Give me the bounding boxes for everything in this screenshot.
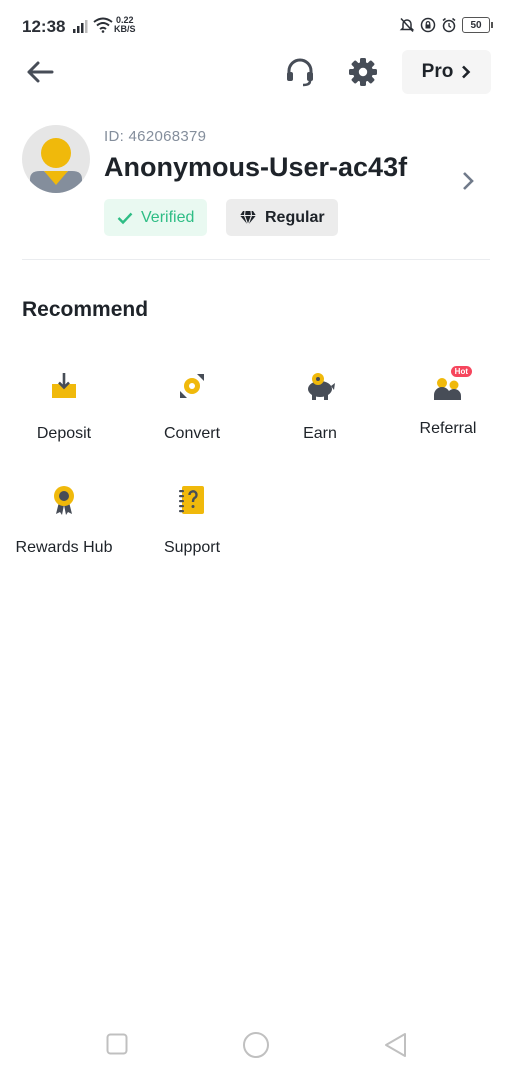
bell-off-icon: [399, 17, 415, 33]
status-time: 12:38: [22, 17, 66, 36]
avatar[interactable]: [22, 125, 90, 193]
recommend-title: Recommend: [22, 298, 149, 321]
recents-square-icon[interactable]: [106, 1032, 128, 1056]
piggy-bank-icon: [308, 373, 335, 400]
referral-shortcut[interactable]: Hot Referral: [396, 366, 500, 440]
convert-shortcut[interactable]: Convert: [140, 370, 244, 445]
vip-tier-badge[interactable]: Regular: [226, 199, 338, 236]
verified-label: Verified: [141, 208, 195, 226]
hot-badge: Hot: [450, 366, 472, 377]
tile-label: Deposit: [36, 425, 92, 442]
home-circle-icon[interactable]: [242, 1032, 270, 1058]
earn-shortcut[interactable]: Earn: [268, 370, 372, 445]
verified-badge[interactable]: Verified: [104, 199, 208, 236]
support-book-icon: [179, 486, 204, 514]
chevron-right-icon: [462, 65, 471, 79]
pro-mode-button[interactable]: Pro: [402, 50, 491, 94]
network-speed-unit: KB/S: [114, 24, 136, 34]
lock-circle-icon: [420, 17, 436, 33]
support-shortcut[interactable]: Support: [140, 484, 244, 559]
rewards-hub-shortcut[interactable]: Rewards Hub: [12, 484, 116, 559]
network-speed: 0.22 KB/S: [114, 16, 136, 34]
vip-tier-label: Regular: [265, 208, 325, 226]
checkmark-icon: [117, 212, 133, 224]
wifi-icon: [93, 17, 113, 33]
username: Anonymous-User-ac43f: [104, 152, 408, 182]
headset-icon[interactable]: [284, 56, 316, 88]
referral-icon-wrap: Hot: [432, 366, 472, 402]
battery-level: 50: [470, 19, 482, 31]
tile-label: Convert: [163, 425, 221, 442]
chevron-right-icon[interactable]: [458, 170, 478, 192]
deposit-icon: [52, 373, 76, 398]
signal-icon: [73, 20, 88, 33]
back-triangle-icon[interactable]: [383, 1032, 409, 1058]
status-icons: 50: [399, 17, 493, 33]
diamond-icon: [240, 210, 256, 226]
status-bar: 12:38 0.22 KB/S 50: [0, 0, 512, 54]
settings-gear-icon[interactable]: [347, 56, 379, 88]
divider: [22, 259, 490, 260]
alarm-icon: [442, 17, 456, 33]
battery-icon: 50: [462, 17, 493, 33]
tile-label: Earn: [303, 425, 337, 442]
back-arrow-icon[interactable]: [24, 56, 56, 88]
deposit-shortcut[interactable]: Deposit: [12, 370, 116, 445]
tile-label: Support: [163, 539, 221, 556]
system-nav-bar: [0, 1010, 512, 1080]
tile-label: Referral: [419, 420, 477, 437]
tile-label: Rewards Hub: [15, 539, 113, 556]
medal-icon: [54, 486, 74, 515]
convert-icon: [180, 374, 204, 398]
avatar-default-icon: [30, 138, 82, 193]
pro-mode-label: Pro: [421, 61, 454, 82]
user-id: ID: 462068379: [104, 128, 207, 145]
